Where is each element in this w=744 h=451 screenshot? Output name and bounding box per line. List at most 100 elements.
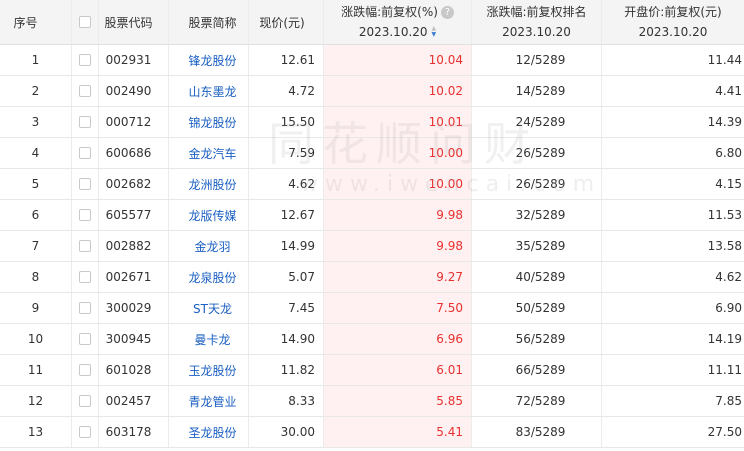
stock-change-rank: 24/5289 xyxy=(472,107,602,137)
header-open[interactable]: 开盘价:前复权(元) 2023.10.20 xyxy=(602,0,744,44)
stock-open-price: 11.53 xyxy=(707,208,742,222)
row-select[interactable] xyxy=(72,293,99,323)
table-row[interactable]: 12 002457 青龙管业 8.33 5.85 72/5289 7.85 xyxy=(0,386,744,417)
stock-open-price: 11.11 xyxy=(707,363,742,377)
row-select[interactable] xyxy=(72,76,99,106)
row-index: 11 xyxy=(0,355,72,385)
stock-name-link[interactable]: 龙版传媒 xyxy=(169,200,249,230)
stock-change: 10.00 xyxy=(324,138,472,168)
stock-open-price: 4.41 xyxy=(715,84,742,98)
stock-name-link[interactable]: 龙洲股份 xyxy=(169,169,249,199)
row-checkbox[interactable] xyxy=(79,395,91,407)
row-select[interactable] xyxy=(72,324,99,354)
row-index: 7 xyxy=(0,231,72,261)
row-checkbox[interactable] xyxy=(79,302,91,314)
header-price[interactable]: 现价(元) xyxy=(249,0,324,44)
stock-change: 9.27 xyxy=(324,262,472,292)
row-select[interactable] xyxy=(72,355,99,385)
sort-desc-icon[interactable]: ▲ ▼ xyxy=(432,26,437,38)
table-body: 1 002931 锋龙股份 12.61 10.04 12/5289 11.44 2 002490… xyxy=(0,45,744,448)
row-checkbox[interactable] xyxy=(79,54,91,66)
table-row[interactable]: 9 300029 ST天龙 7.45 7.50 50/5289 6.90 xyxy=(0,293,744,324)
stock-change-rank: 32/5289 xyxy=(472,200,602,230)
stock-code: 002490 xyxy=(99,76,169,106)
table-row[interactable]: 6 605577 龙版传媒 12.67 9.98 32/5289 11.53 xyxy=(0,200,744,231)
stock-change-rank: 66/5289 xyxy=(472,355,602,385)
table-row[interactable]: 2 002490 山东墨龙 4.72 10.02 14/5289 4.41 xyxy=(0,76,744,107)
stock-change-rank: 26/5289 xyxy=(472,138,602,168)
table-row[interactable]: 5 002682 龙洲股份 4.62 10.00 26/5289 4.15 xyxy=(0,169,744,200)
table-row[interactable]: 7 002882 金龙羽 14.99 9.98 35/5289 13.58 xyxy=(0,231,744,262)
stock-price: 4.72 xyxy=(249,76,324,106)
row-select[interactable] xyxy=(72,262,99,292)
stock-change: 7.50 xyxy=(324,293,472,323)
row-checkbox[interactable] xyxy=(79,364,91,376)
header-rank-date: 2023.10.20 xyxy=(502,25,571,39)
stock-name-link[interactable]: 山东墨龙 xyxy=(169,76,249,106)
stock-change: 10.02 xyxy=(324,76,472,106)
stock-name-link[interactable]: 金龙汽车 xyxy=(169,138,249,168)
help-icon[interactable]: ? xyxy=(440,5,454,19)
header-change-date: 2023.10.20 xyxy=(358,25,428,39)
row-checkbox[interactable] xyxy=(79,271,91,283)
table-row[interactable]: 10 300945 曼卡龙 14.90 6.96 56/5289 14.19 xyxy=(0,324,744,355)
header-select-all[interactable] xyxy=(72,0,99,44)
stock-change-rank: 72/5289 xyxy=(472,386,602,416)
header-index: 序号 xyxy=(0,0,72,44)
row-select[interactable] xyxy=(72,417,99,447)
row-select[interactable] xyxy=(72,107,99,137)
row-select[interactable] xyxy=(72,231,99,261)
row-index: 5 xyxy=(0,169,72,199)
stock-code: 002682 xyxy=(99,169,169,199)
stock-price: 12.67 xyxy=(249,200,324,230)
stock-name-link[interactable]: 锋龙股份 xyxy=(169,45,249,75)
row-checkbox[interactable] xyxy=(79,426,91,438)
stock-price: 8.33 xyxy=(249,386,324,416)
row-select[interactable] xyxy=(72,138,99,168)
row-checkbox[interactable] xyxy=(79,116,91,128)
row-select[interactable] xyxy=(72,169,99,199)
stock-name-link[interactable]: ST天龙 xyxy=(169,293,249,323)
stock-name-link[interactable]: 锦龙股份 xyxy=(169,107,249,137)
stock-code: 002457 xyxy=(99,386,169,416)
table-header: 序号 股票代码 股票简称 现价(元) 涨跌幅:前复权(%) ? 2023.10.… xyxy=(0,0,744,45)
row-checkbox[interactable] xyxy=(79,333,91,345)
table-row[interactable]: 11 601028 玉龙股份 11.82 6.01 66/5289 11.11 xyxy=(0,355,744,386)
table-row[interactable]: 8 002671 龙泉股份 5.07 9.27 40/5289 4.62 xyxy=(0,262,744,293)
row-select[interactable] xyxy=(72,45,99,75)
header-name[interactable]: 股票简称 xyxy=(169,0,249,44)
row-checkbox[interactable] xyxy=(79,85,91,97)
stock-price: 11.82 xyxy=(249,355,324,385)
stock-change: 10.04 xyxy=(324,45,472,75)
table-row[interactable]: 13 603178 圣龙股份 30.00 5.41 83/5289 27.50 xyxy=(0,417,744,448)
row-checkbox[interactable] xyxy=(79,209,91,221)
table-row[interactable]: 3 000712 锦龙股份 15.50 10.01 24/5289 14.39 xyxy=(0,107,744,138)
row-select[interactable] xyxy=(72,200,99,230)
stock-name-link[interactable]: 金龙羽 xyxy=(169,231,249,261)
stock-price: 30.00 xyxy=(249,417,324,447)
table-row[interactable]: 1 002931 锋龙股份 12.61 10.04 12/5289 11.44 xyxy=(0,45,744,76)
stock-open-price: 4.62 xyxy=(715,270,742,284)
row-checkbox[interactable] xyxy=(79,240,91,252)
header-code[interactable]: 股票代码 xyxy=(99,0,169,44)
header-change[interactable]: 涨跌幅:前复权(%) ? 2023.10.20 ▲ ▼ xyxy=(324,0,472,44)
stock-code: 002671 xyxy=(99,262,169,292)
stock-code: 300945 xyxy=(99,324,169,354)
stock-change: 6.01 xyxy=(324,355,472,385)
row-index: 13 xyxy=(0,417,72,447)
stock-change: 9.98 xyxy=(324,231,472,261)
row-checkbox[interactable] xyxy=(79,147,91,159)
stock-name-link[interactable]: 圣龙股份 xyxy=(169,417,249,447)
stock-name-link[interactable]: 玉龙股份 xyxy=(169,355,249,385)
row-select[interactable] xyxy=(72,386,99,416)
table-row[interactable]: 4 600686 金龙汽车 7.59 10.00 26/5289 6.80 xyxy=(0,138,744,169)
stock-name-link[interactable]: 青龙管业 xyxy=(169,386,249,416)
stock-change: 9.98 xyxy=(324,200,472,230)
header-rank[interactable]: 涨跌幅:前复权排名 2023.10.20 xyxy=(472,0,602,44)
stock-open-price: 6.80 xyxy=(715,146,742,160)
row-checkbox[interactable] xyxy=(79,178,91,190)
stock-price: 12.61 xyxy=(249,45,324,75)
select-all-checkbox[interactable] xyxy=(79,16,91,28)
stock-name-link[interactable]: 龙泉股份 xyxy=(169,262,249,292)
stock-name-link[interactable]: 曼卡龙 xyxy=(169,324,249,354)
